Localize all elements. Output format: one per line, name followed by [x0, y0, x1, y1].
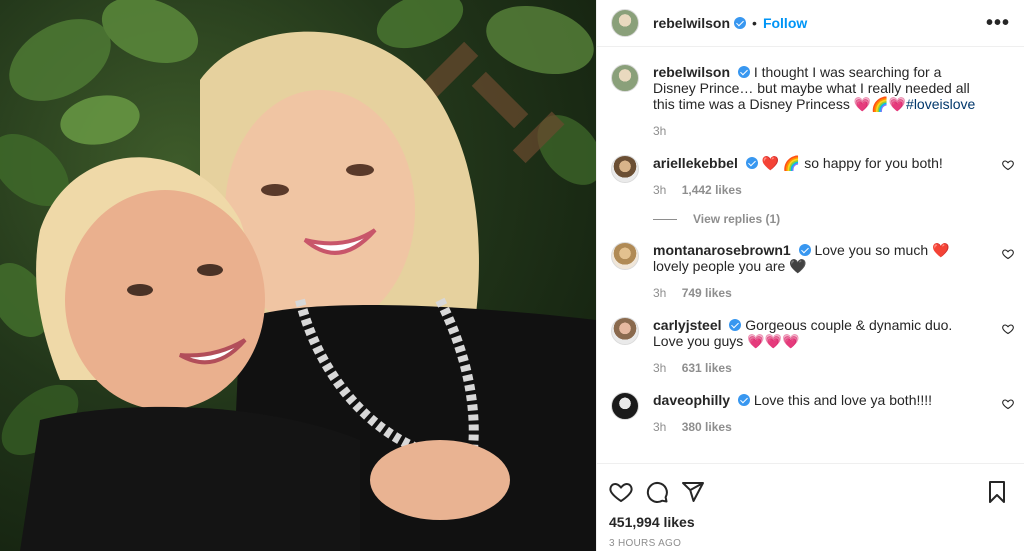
- heart-icon: [609, 482, 633, 503]
- comment-text: Love this and love ya both!!!!: [753, 392, 933, 408]
- comment-heart-icon[interactable]: [1002, 248, 1014, 260]
- share-button[interactable]: [681, 480, 705, 504]
- comment-time: 3h: [653, 361, 667, 375]
- caption-time: 3h: [653, 124, 667, 138]
- share-icon: [682, 482, 704, 502]
- post-timestamp[interactable]: 3 HOURS AGO: [609, 538, 1008, 549]
- caption: rebelwilson I thought I was searching fo…: [597, 48, 1024, 139]
- comments-list[interactable]: rebelwilson I thought I was searching fo…: [597, 48, 1024, 462]
- post-sidebar: rebelwilson • Follow ••• rebelwilson I t…: [596, 0, 1024, 551]
- commenter-username[interactable]: montanarosebrown1: [653, 242, 791, 258]
- caption-hashtag-link[interactable]: #loveislove: [906, 96, 975, 112]
- commenter-avatar[interactable]: [611, 317, 639, 345]
- comment-item: ariellekebbel ❤️ 🌈 so happy for you both…: [597, 139, 1024, 198]
- caption-username[interactable]: rebelwilson: [653, 64, 730, 80]
- comment-item: daveophilly Love this and love ya both!!…: [597, 376, 1024, 435]
- view-replies-button[interactable]: View replies (1): [653, 212, 1024, 226]
- comment-time: 3h: [653, 183, 667, 197]
- caption-avatar[interactable]: [611, 64, 639, 92]
- comment-heart-icon[interactable]: [1002, 323, 1014, 335]
- comment-button[interactable]: [645, 480, 669, 504]
- bookmark-icon: [989, 481, 1005, 503]
- comment-heart-icon[interactable]: [1002, 159, 1014, 171]
- comment-likes[interactable]: 631 likes: [682, 361, 732, 375]
- commenter-avatar[interactable]: [611, 392, 639, 420]
- follow-button[interactable]: Follow: [763, 15, 807, 31]
- like-button[interactable]: [609, 480, 633, 504]
- verified-badge-icon: [745, 157, 758, 169]
- commenter-username[interactable]: daveophilly: [653, 392, 730, 408]
- comment-item: montanarosebrown1 Love you so much ❤️ lo…: [597, 226, 1024, 301]
- comment-icon: [646, 481, 668, 503]
- post-likes-count[interactable]: 451,994 likes: [609, 514, 1008, 530]
- verified-badge-icon: [734, 17, 747, 29]
- commenter-username[interactable]: ariellekebbel: [653, 155, 738, 171]
- comment-heart-icon[interactable]: [1002, 398, 1014, 410]
- comment-time: 3h: [653, 286, 667, 300]
- author-avatar[interactable]: [611, 9, 639, 37]
- verified-badge-icon: [737, 394, 750, 406]
- separator-dot: •: [752, 15, 757, 31]
- author-username[interactable]: rebelwilson: [653, 15, 730, 31]
- comment-item: carlyjsteel Gorgeous couple & dynamic du…: [597, 301, 1024, 376]
- post-photo[interactable]: [0, 0, 596, 551]
- commenter-username[interactable]: carlyjsteel: [653, 317, 722, 333]
- save-button[interactable]: [986, 480, 1008, 504]
- comment-likes[interactable]: 749 likes: [682, 286, 732, 300]
- comment-time: 3h: [653, 420, 667, 434]
- post-header: rebelwilson • Follow •••: [597, 0, 1024, 47]
- comment-text: ❤️ 🌈 so happy for you both!: [761, 155, 943, 171]
- comment-likes[interactable]: 380 likes: [682, 420, 732, 434]
- commenter-avatar[interactable]: [611, 155, 639, 183]
- commenter-avatar[interactable]: [611, 242, 639, 270]
- action-bar: [609, 472, 1008, 512]
- verified-badge-icon: [729, 319, 742, 331]
- replies-divider: [653, 218, 677, 220]
- more-options-icon[interactable]: •••: [986, 12, 1010, 35]
- instagram-post-view: rebelwilson • Follow ••• rebelwilson I t…: [0, 0, 1024, 551]
- verified-badge-icon: [737, 66, 750, 78]
- comment-likes[interactable]: 1,442 likes: [682, 183, 742, 197]
- photo-illustration: [0, 0, 596, 551]
- view-replies-label: View replies (1): [693, 212, 781, 226]
- post-actions: 451,994 likes 3 HOURS AGO: [597, 463, 1024, 549]
- verified-badge-icon: [798, 244, 811, 256]
